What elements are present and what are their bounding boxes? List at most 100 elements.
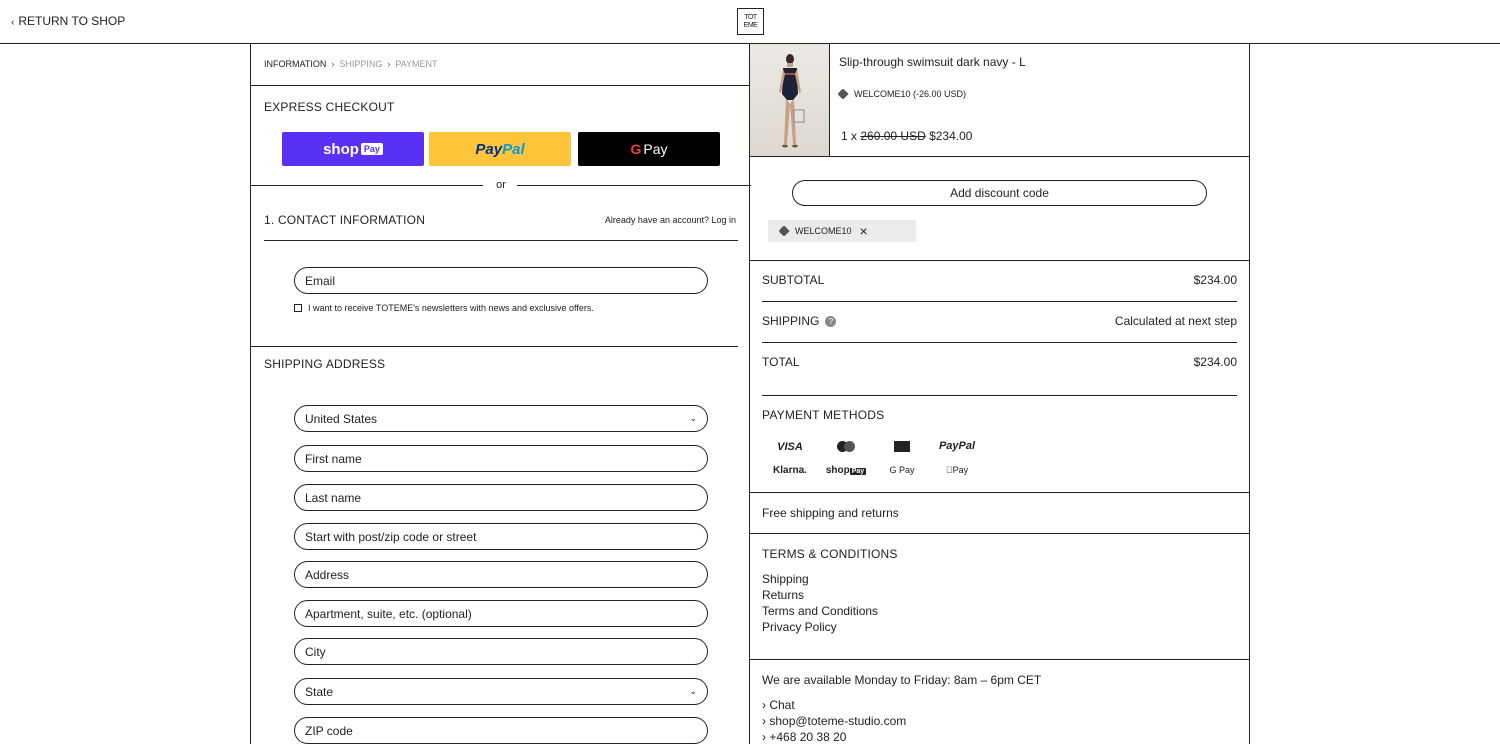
state-placeholder: State	[305, 684, 334, 699]
return-label: RETURN TO SHOP	[18, 14, 126, 28]
product-discount-text: WELCOME10 (-26.00 USD)	[854, 89, 967, 99]
shipping-value: Calculated at next step	[1114, 314, 1237, 328]
subtotal-value: $234.00	[1193, 273, 1237, 287]
divider	[264, 240, 738, 241]
newsletter-label: I want to receive TOTEME's newsletters w…	[308, 303, 594, 313]
top-bar: ‹ RETURN TO SHOP TOT EME	[0, 0, 1500, 44]
google-icon: G	[630, 141, 642, 157]
apple-pay-text: Pay	[949, 465, 969, 475]
breadcrumb: INFORMATION › SHIPPING › PAYMENT	[264, 59, 438, 69]
brand-logo[interactable]: TOT EME	[737, 8, 764, 35]
paypal-button[interactable]: Pay Pal	[429, 132, 571, 166]
divider	[750, 260, 1250, 261]
shop-pay-pill: Pay	[849, 468, 867, 475]
tag-icon	[837, 88, 849, 100]
state-select[interactable]: State ⌄	[294, 678, 708, 705]
availability-text: We are available Monday to Friday: 8am –…	[762, 673, 1042, 687]
product-photo-illustration	[779, 54, 805, 148]
total-value: $234.00	[1193, 355, 1237, 369]
add-discount-code-button[interactable]: Add discount code	[792, 180, 1207, 206]
privacy-policy-link[interactable]: Privacy Policy	[762, 620, 837, 634]
zip-placeholder: ZIP code	[305, 723, 353, 738]
shop-pay-pill: Pay	[360, 143, 383, 155]
divider	[750, 492, 1250, 493]
newsletter-checkbox-row[interactable]: I want to receive TOTEME's newsletters w…	[294, 303, 594, 313]
checkout-form-column: INFORMATION › SHIPPING › PAYMENT EXPRESS CHE…	[250, 44, 751, 744]
logo-bottom: EME	[743, 21, 758, 29]
help-icon[interactable]: ?	[825, 316, 837, 328]
divider	[762, 342, 1237, 343]
divider	[251, 85, 751, 86]
applied-discount-chip: WELCOME10 ×	[768, 220, 916, 242]
paypal-label-a: Pay	[475, 140, 503, 158]
chevron-right-icon: ›	[762, 714, 766, 728]
shop-pay-button[interactable]: shop Pay	[282, 132, 424, 166]
chat-link[interactable]: › Chat	[762, 698, 795, 712]
logo-top: TOT	[744, 13, 757, 21]
close-icon[interactable]: ×	[860, 223, 868, 239]
newsletter-checkbox[interactable]	[294, 304, 302, 312]
subtotal-label: SUBTOTAL	[762, 273, 825, 287]
product-quantity: 1 x	[841, 129, 858, 143]
city-field[interactable]: City	[294, 638, 708, 665]
terms-link[interactable]: Terms and Conditions	[762, 604, 878, 618]
apartment-placeholder: Apartment, suite, etc. (optional)	[305, 606, 472, 621]
divider	[750, 659, 1250, 660]
breadcrumb-information[interactable]: INFORMATION	[264, 59, 326, 69]
shipping-link[interactable]: Shipping	[762, 572, 809, 586]
apartment-field[interactable]: Apartment, suite, etc. (optional)	[294, 600, 708, 627]
returns-link[interactable]: Returns	[762, 588, 804, 602]
breadcrumb-separator: ›	[387, 59, 391, 69]
product-discount-code: WELCOME10 (-26.00 USD)	[837, 88, 967, 100]
express-checkout-title: EXPRESS CHECKOUT	[264, 100, 395, 114]
klarna-icon: Klarna.	[773, 465, 807, 476]
breadcrumb-payment: PAYMENT	[395, 59, 438, 69]
email-placeholder: Email	[305, 273, 336, 288]
contact-information-title: 1. CONTACT INFORMATION	[264, 213, 426, 227]
address-placeholder: Address	[305, 567, 350, 582]
shipping-label: SHIPPING	[762, 314, 820, 328]
login-link[interactable]: Already have an account? Log in	[605, 215, 736, 225]
amex-icon	[877, 441, 927, 455]
shipping-row: SHIPPING? Calculated at next step	[762, 314, 1237, 328]
divider	[251, 346, 738, 347]
country-select[interactable]: United States ⌄	[294, 405, 708, 432]
breadcrumb-separator: ›	[331, 59, 335, 69]
country-value: United States	[305, 411, 378, 426]
chevron-right-icon: ›	[762, 730, 766, 744]
chevron-down-icon: ⌄	[689, 686, 697, 696]
subtotal-row: SUBTOTAL $234.00	[762, 273, 1237, 287]
last-name-field[interactable]: Last name	[294, 484, 708, 511]
product-name: Slip-through swimsuit dark navy - L	[839, 55, 1026, 69]
address-field[interactable]: Address	[294, 561, 708, 588]
free-shipping-note: Free shipping and returns	[762, 506, 899, 520]
zip-code-field[interactable]: ZIP code	[294, 717, 708, 744]
divider	[517, 185, 751, 186]
return-to-shop-link[interactable]: ‹ RETURN TO SHOP	[11, 14, 125, 28]
chevron-left-icon: ‹	[11, 17, 15, 28]
chevron-right-icon: ›	[762, 698, 766, 712]
shop-pay-icon: shop Pay	[821, 465, 871, 476]
phone-link[interactable]: › +468 20 38 20	[762, 730, 846, 744]
apple-pay-icon: Pay	[932, 465, 982, 475]
phone-label: +468 20 38 20	[769, 730, 847, 744]
divider	[762, 301, 1237, 302]
product-price: 1 x 260.00 USD $234.00	[841, 129, 972, 143]
applied-code-label: WELCOME10	[795, 226, 852, 236]
first-name-field[interactable]: First name	[294, 445, 708, 472]
product-original-price: 260.00 USD	[860, 129, 926, 143]
google-pay-button[interactable]: G Pay	[578, 132, 720, 166]
payment-methods-title: PAYMENT METHODS	[762, 408, 885, 422]
first-name-placeholder: First name	[305, 451, 362, 466]
shop-pay-label: shop	[323, 140, 359, 158]
email-field[interactable]: Email	[294, 267, 708, 294]
email-link[interactable]: › shop@toteme-studio.com	[762, 714, 906, 728]
visa-icon: VISA	[777, 441, 803, 453]
product-sale-price: $234.00	[929, 129, 973, 143]
email-label: shop@toteme-studio.com	[769, 714, 907, 728]
total-row: TOTAL $234.00	[762, 355, 1237, 369]
shop-pay-text: shop	[825, 465, 850, 476]
address-lookup-field[interactable]: Start with post/zip code or street	[294, 523, 708, 550]
paypal-label-b: Pal	[502, 140, 525, 158]
order-summary-column: Slip-through swimsuit dark navy - L WELC…	[750, 44, 1250, 744]
